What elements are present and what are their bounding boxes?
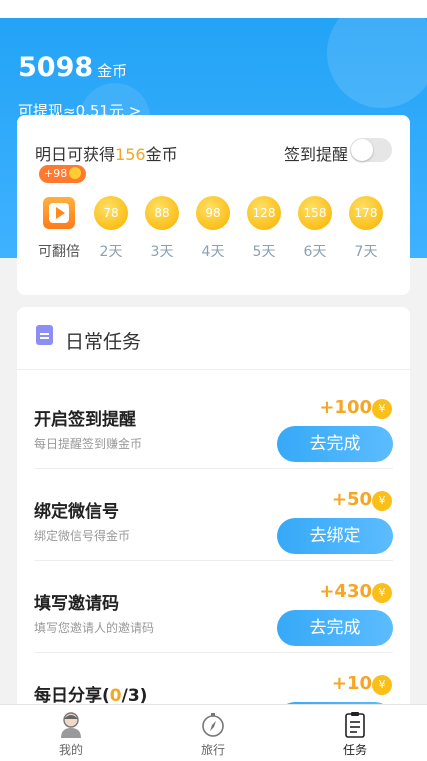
- task-name: 开启签到提醒: [34, 410, 136, 430]
- coin-amount: 5098: [18, 52, 94, 83]
- status-bar: [0, 0, 427, 18]
- daily-tasks-card: 日常任务 开启签到提醒 每日提醒签到赚金币 +100 ¥ 去完成 绑定微信号 绑…: [17, 307, 410, 707]
- task-action-button[interactable]: 去完成: [277, 426, 393, 462]
- coin-balance: 5098 金币: [18, 52, 127, 83]
- yen-coin-icon: ¥: [372, 491, 392, 511]
- play-icon: [56, 207, 65, 219]
- compass-icon: [202, 713, 224, 737]
- yen-coin-icon: ¥: [372, 675, 392, 695]
- task-reward: +50: [331, 489, 372, 510]
- task-desc: 每日提醒签到赚金币: [34, 437, 143, 451]
- tab-tasks[interactable]: 任务: [284, 705, 426, 761]
- day-label: 6天: [303, 244, 327, 260]
- checkin-title-suffix: 金币: [145, 145, 178, 164]
- tab-label: 我的: [58, 743, 83, 757]
- task-action-button[interactable]: 去完成: [277, 610, 393, 646]
- day-label: 5天: [252, 244, 276, 260]
- task-item: 每日分享(0/3) +10 ¥: [17, 653, 410, 707]
- bonus-badge: +98: [39, 165, 87, 183]
- day-coin: 128: [247, 196, 281, 230]
- tab-label: 任务: [342, 743, 367, 757]
- bottom-tab-bar: 我的 旅行 任务: [0, 704, 427, 761]
- day-label: 4天: [201, 244, 225, 260]
- bonus-badge-text: +98: [44, 167, 68, 180]
- toggle-knob: [351, 139, 373, 161]
- day-coin: 78: [94, 196, 128, 230]
- task-name-text: 每日分享: [34, 686, 102, 706]
- task-progress-total: /3): [121, 686, 148, 706]
- reminder-toggle[interactable]: [350, 138, 392, 162]
- day-coin: 158: [298, 196, 332, 230]
- task-item: 填写邀请码 填写您邀请人的邀请码 +430 ¥ 去完成: [17, 561, 410, 653]
- tab-label: 旅行: [200, 743, 225, 757]
- tab-travel[interactable]: 旅行: [142, 705, 284, 761]
- task-item: 开启签到提醒 每日提醒签到赚金币 +100 ¥ 去完成: [17, 377, 410, 469]
- paren-open: (: [102, 686, 110, 706]
- user-icon: [61, 712, 81, 738]
- task-progress-count: 0: [109, 686, 122, 706]
- yen-coin-icon: ¥: [372, 399, 392, 419]
- reminder-label: 签到提醒: [283, 145, 348, 164]
- task-name: 填写邀请码: [34, 594, 119, 614]
- task-action-button[interactable]: 去绑定: [277, 518, 393, 554]
- task-reward: +10: [331, 673, 372, 694]
- day-label: 可翻倍: [38, 244, 80, 260]
- yen-coin-icon: ¥: [372, 583, 392, 603]
- day-coin: 178: [349, 196, 383, 230]
- task-list-icon: [345, 712, 365, 738]
- task-item: 绑定微信号 绑定微信号得金币 +50 ¥ 去绑定: [17, 469, 410, 561]
- tasks-title: 日常任务: [65, 331, 142, 353]
- checkin-title-amount: 156: [115, 145, 146, 164]
- checkin-title-prefix: 明日可获得: [35, 145, 116, 164]
- task-desc: 绑定微信号得金币: [34, 529, 131, 543]
- day-coin: 98: [196, 196, 230, 230]
- day-coin: 88: [145, 196, 179, 230]
- task-name: 每日分享(0/3): [34, 681, 147, 706]
- coin-unit: 金币: [97, 62, 128, 80]
- day-label: 7天: [354, 244, 378, 260]
- checkin-card: 明日可获得156金币 签到提醒 +98 78 88 98 128 158 178…: [17, 115, 410, 295]
- decor-bubble: [327, 18, 427, 108]
- video-reward-icon[interactable]: [43, 197, 75, 229]
- task-reward: +430: [319, 581, 372, 602]
- tasks-header: 日常任务: [17, 307, 410, 370]
- tab-mine[interactable]: 我的: [0, 705, 142, 761]
- day-label: 3天: [150, 244, 174, 260]
- task-desc: 填写您邀请人的邀请码: [34, 621, 155, 635]
- clipboard-icon: [36, 325, 53, 345]
- task-name: 绑定微信号: [34, 502, 119, 522]
- task-reward: +100: [319, 397, 372, 418]
- coin-icon: [69, 167, 82, 179]
- day-label: 2天: [99, 244, 123, 260]
- checkin-title: 明日可获得156金币: [35, 141, 178, 165]
